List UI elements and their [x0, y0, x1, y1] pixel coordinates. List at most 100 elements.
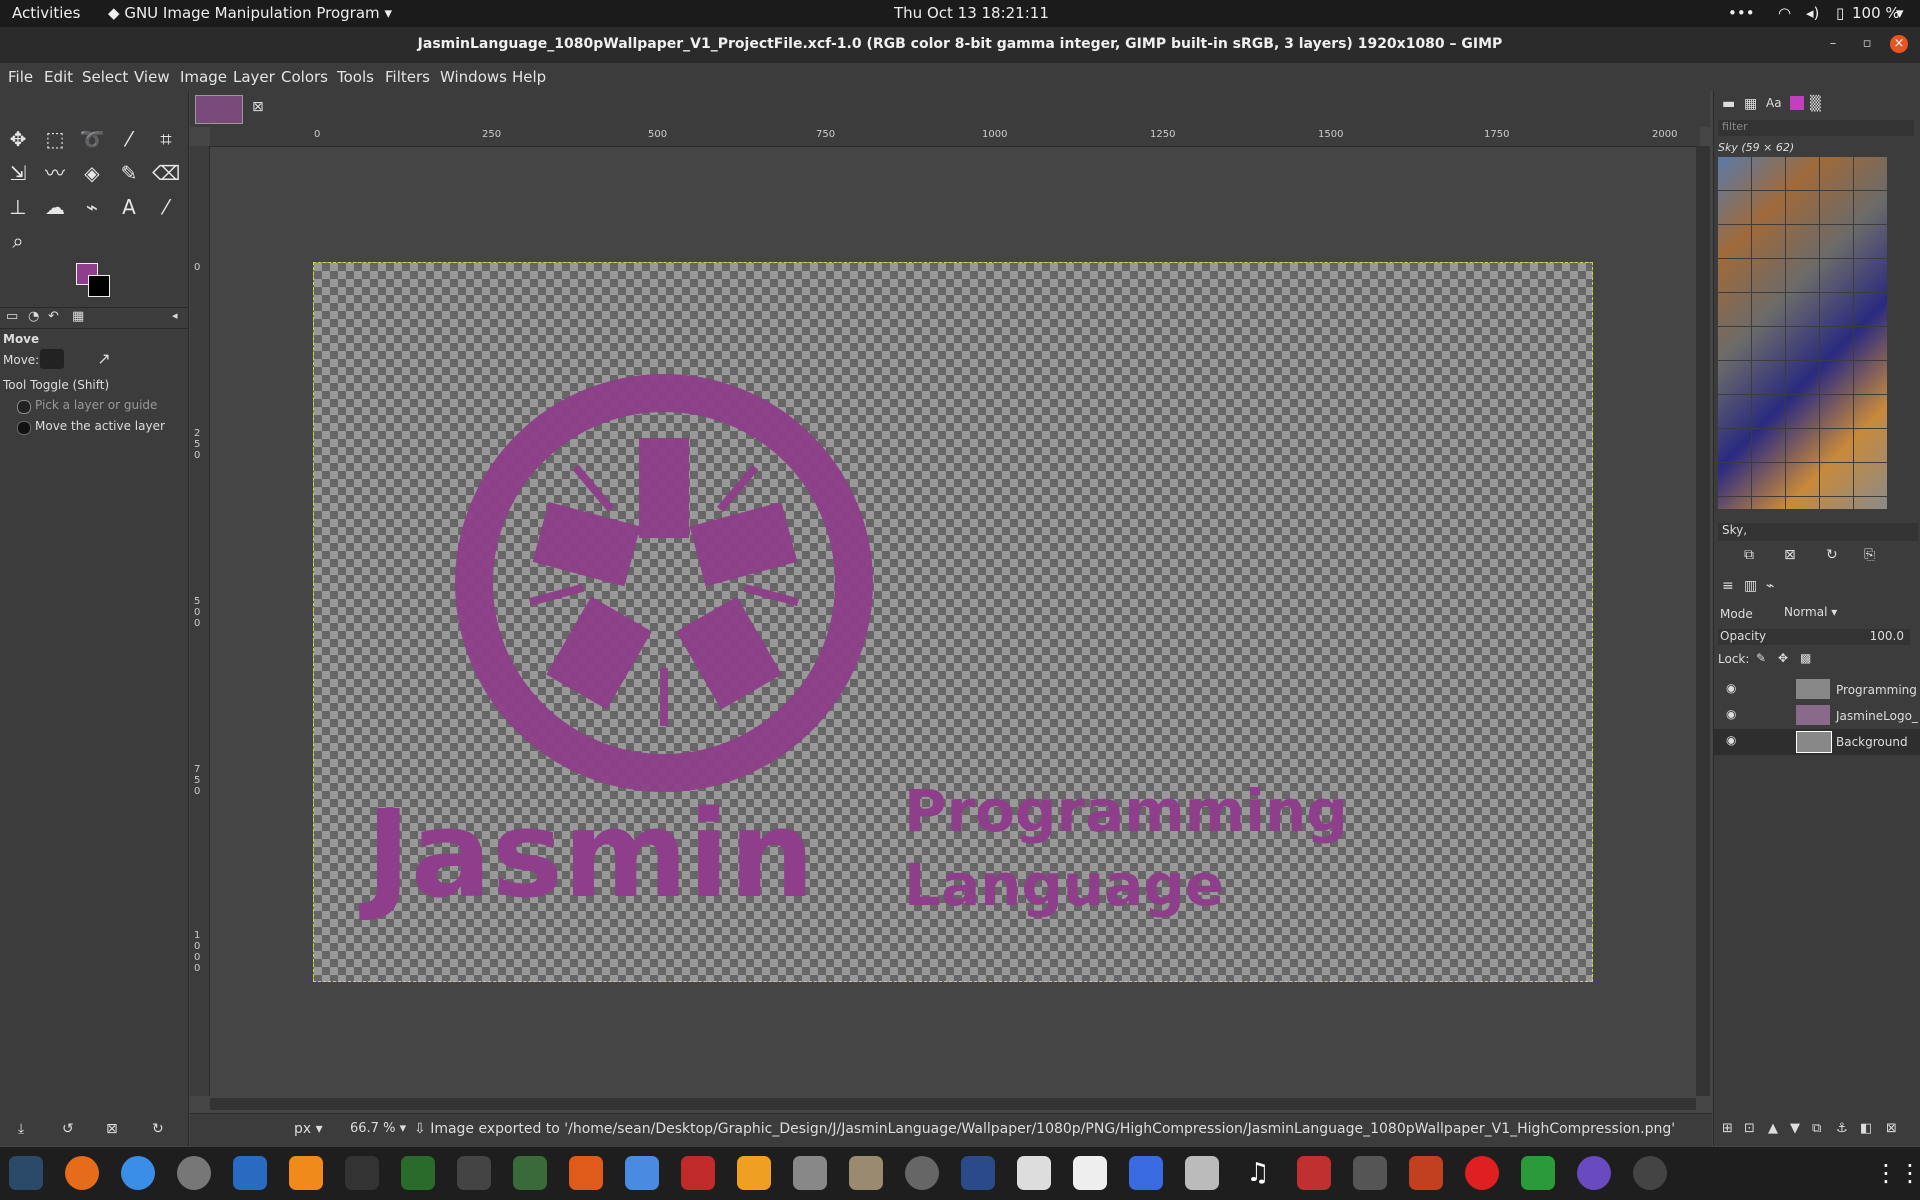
software-icon[interactable]	[569, 1156, 603, 1190]
disk-icon[interactable]	[905, 1156, 939, 1190]
mask-icon[interactable]: ◧	[1860, 1121, 1872, 1136]
delete-layer-icon[interactable]: ⊠	[1886, 1121, 1897, 1136]
layer-row-selected[interactable]: ◉ Background	[1714, 729, 1920, 755]
volume-icon[interactable]: ◂)	[1806, 4, 1819, 22]
gimp-active-icon[interactable]	[1353, 1156, 1387, 1190]
pattern-filter-input[interactable]: filter	[1718, 120, 1914, 136]
duplicate-layer-icon[interactable]: ⧉	[1812, 1121, 1821, 1136]
menu-select[interactable]: Select	[82, 68, 128, 86]
anchor-layer-icon[interactable]: ⚓	[1836, 1121, 1848, 1136]
channels-tab-icon[interactable]: ▥	[1744, 578, 1757, 594]
unit-select[interactable]: px ▾	[294, 1121, 323, 1137]
search-icon[interactable]	[793, 1156, 827, 1190]
layers-tab-icon[interactable]: ≡	[1722, 578, 1734, 594]
text-icon[interactable]: A	[115, 193, 143, 221]
raise-layer-icon[interactable]: ▲	[1768, 1121, 1778, 1136]
palettes-tab-icon[interactable]: ▒	[1810, 96, 1821, 112]
pdf-icon[interactable]	[1297, 1156, 1331, 1190]
minimize-icon[interactable]: –	[1824, 35, 1842, 53]
background-color-swatch[interactable]	[88, 275, 110, 297]
app-menu[interactable]: ◆ GNU Image Manipulation Program ▾	[108, 4, 392, 22]
image-canvas[interactable]: Jasmin Programming Language	[313, 262, 1593, 982]
more-icon[interactable]: •••	[1728, 4, 1755, 22]
pick-layer-radio[interactable]	[17, 400, 31, 414]
lock-pixels-icon[interactable]: ✎	[1756, 651, 1766, 665]
eraser-icon[interactable]: ⌫	[152, 159, 180, 187]
font-icon[interactable]	[1073, 1156, 1107, 1190]
menu-help[interactable]: Help	[512, 68, 546, 86]
delete-pattern-icon[interactable]: ⊠	[1784, 547, 1796, 563]
zoom-select[interactable]: 66.7 % ▾	[350, 1121, 406, 1136]
patterns-tab-icon[interactable]: ▦	[1744, 96, 1757, 112]
unified-transform-icon[interactable]: ⇲	[4, 159, 32, 187]
restore-icon[interactable]: ↺	[62, 1121, 74, 1137]
updates-icon[interactable]	[1633, 1156, 1667, 1190]
settings-icon[interactable]	[177, 1156, 211, 1190]
fuzzy-select-icon[interactable]: ⁄	[115, 125, 143, 153]
move-layer-mode-button[interactable]	[40, 349, 64, 369]
menu-view[interactable]: View	[134, 68, 170, 86]
spreadsheet-icon[interactable]	[1521, 1156, 1555, 1190]
new-layer-icon[interactable]: ⊞	[1722, 1121, 1733, 1136]
help-icon[interactable]	[121, 1156, 155, 1190]
gradients-tab-icon[interactable]	[1790, 96, 1804, 110]
eye-icon[interactable]: ◉	[1726, 707, 1736, 721]
apps-grid-icon[interactable]: ⋮⋮	[1874, 1156, 1920, 1190]
lasso-icon[interactable]: ➰	[78, 125, 106, 153]
menu-file[interactable]: File	[8, 68, 33, 86]
menu-tools[interactable]: Tools	[337, 68, 374, 86]
crop-icon[interactable]: ⌗	[152, 125, 180, 153]
paths-icon[interactable]: ⌁	[78, 193, 106, 221]
vim-icon[interactable]	[401, 1156, 435, 1190]
paths-tab-icon[interactable]: ⌁	[1766, 578, 1774, 594]
mode-select[interactable]: Normal ▾	[1784, 605, 1870, 623]
pattern-grid[interactable]	[1718, 157, 1888, 509]
menu-layer[interactable]: Layer	[233, 68, 275, 86]
image-tab-thumbnail[interactable]	[195, 95, 243, 124]
undo-history-icon[interactable]: ↶	[48, 309, 59, 324]
gimp-icon[interactable]	[513, 1156, 547, 1190]
graph-icon[interactable]	[681, 1156, 715, 1190]
color-picker-icon[interactable]: ⁄	[152, 193, 180, 221]
opacity-slider[interactable]: Opacity 100.0	[1718, 629, 1910, 645]
alert-icon[interactable]	[1465, 1156, 1499, 1190]
move-active-layer-radio[interactable]	[17, 421, 31, 435]
power-menu-icon[interactable]: ▾	[1896, 4, 1904, 22]
delete-icon[interactable]: ⊠	[106, 1121, 118, 1137]
vlc-icon[interactable]	[289, 1156, 323, 1190]
move-path-mode-button[interactable]: ↗	[94, 349, 114, 369]
eye-icon[interactable]: ◉	[1726, 733, 1736, 747]
tool-options-tab-icon[interactable]: ▭	[6, 309, 18, 324]
close-icon[interactable]: ×	[1890, 35, 1908, 53]
warp-icon[interactable]: 〰	[41, 159, 69, 187]
menu-windows[interactable]: Windows	[440, 68, 507, 86]
files-icon[interactable]	[849, 1156, 883, 1190]
writer-icon[interactable]	[233, 1156, 267, 1190]
text-editor-icon[interactable]	[625, 1156, 659, 1190]
vertical-scrollbar[interactable]	[1696, 146, 1710, 1096]
duplicate-pattern-icon[interactable]: ⧉	[1744, 547, 1754, 563]
eye-icon[interactable]: ◉	[1726, 681, 1736, 695]
save-tool-preset-icon[interactable]: ⤓	[18, 1121, 24, 1137]
clock[interactable]: Thu Oct 13 18:21:11	[894, 4, 1049, 22]
new-group-icon[interactable]: ⊡	[1744, 1121, 1755, 1136]
images-tab-icon[interactable]: ▦	[72, 309, 84, 324]
move-tool-icon[interactable]: ✥	[4, 125, 32, 153]
activities-button[interactable]: Activities	[12, 4, 80, 22]
rect-select-icon[interactable]: ⬚	[41, 125, 69, 153]
close-tab-icon[interactable]: ⊠	[252, 99, 264, 115]
move-selection-mode-button[interactable]	[68, 349, 88, 369]
horizontal-ruler[interactable]: 0 250 500 750 1000 1250 1500 1750 2000	[210, 127, 1700, 147]
terminal-icon[interactable]	[345, 1156, 379, 1190]
lock-position-icon[interactable]: ✥	[1778, 651, 1788, 665]
calculator-icon[interactable]	[737, 1156, 771, 1190]
configure-tab-icon[interactable]: ◂	[172, 309, 178, 322]
menu-edit[interactable]: Edit	[44, 68, 73, 86]
battery-icon[interactable]: ▯	[1836, 4, 1844, 22]
maximize-icon[interactable]: ▫	[1858, 35, 1876, 53]
firefox-icon[interactable]	[65, 1156, 99, 1190]
lock-alpha-icon[interactable]: ▩	[1800, 651, 1811, 665]
system-monitor-icon[interactable]	[9, 1156, 43, 1190]
music-icon[interactable]: ♫	[1241, 1156, 1275, 1190]
menu-filters[interactable]: Filters	[385, 68, 430, 86]
